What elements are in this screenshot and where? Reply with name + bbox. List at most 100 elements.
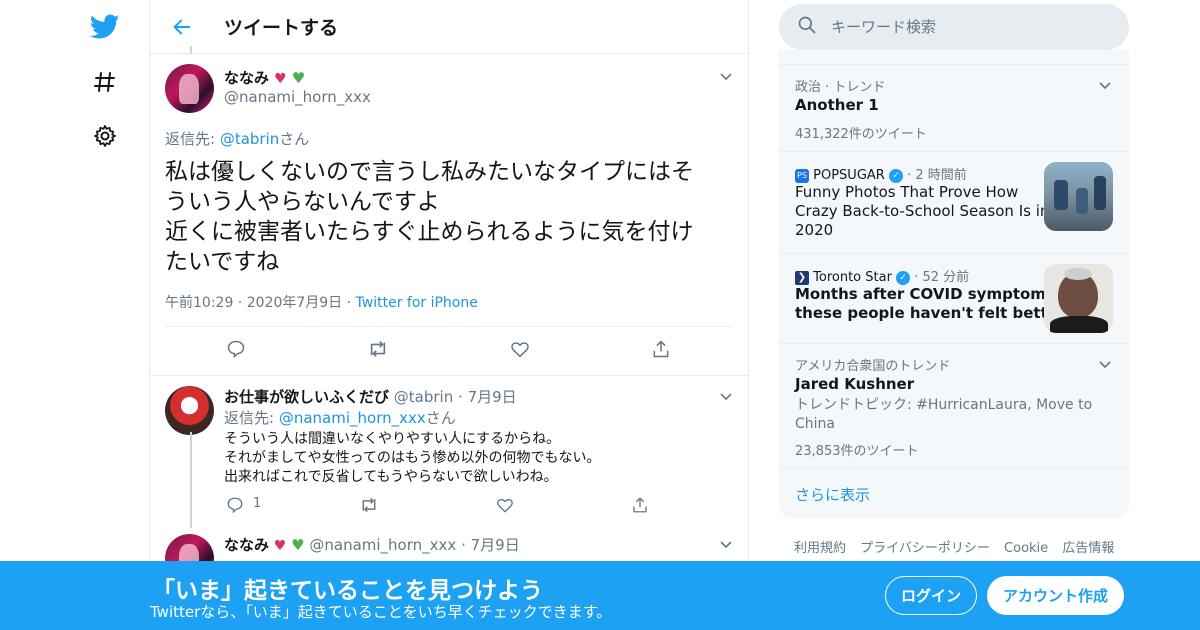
news-title: Funny Photos That Prove How Crazy Back-t… — [795, 183, 1049, 240]
footer-link-terms[interactable]: 利用規約 — [794, 541, 846, 556]
heart-icon[interactable] — [494, 494, 516, 516]
reply-to-suffix: さん — [425, 409, 456, 427]
banner-subtitle: Twitterなら、「いま」起きていることをいち早くチェックできます。 — [150, 603, 612, 621]
footer-link-cookie[interactable]: Cookie — [1004, 541, 1048, 556]
tweet-text-line: ういう人やらないんですよ — [165, 189, 440, 215]
gear-icon[interactable] — [88, 119, 122, 153]
footer-link-privacy[interactable]: プライバシーポリシー — [860, 541, 990, 556]
reply-to-label: 返信先: — [224, 409, 279, 427]
reply-to-link[interactable]: @tabrin — [220, 130, 279, 148]
tweet-text-line: そういう人は間違いなくやりやすい人にするからね。 — [224, 431, 561, 447]
page-title: ツイートする — [224, 17, 339, 39]
reply-tweet[interactable]: お仕事が欲しいふくだび @tabrin · 7月9日 返信先: @nanami_… — [150, 376, 748, 526]
news-thumbnail[interactable] — [1044, 264, 1113, 333]
news-title: Months after COVID symptoms, these peopl… — [795, 285, 1065, 323]
news-source-line: ❯ Toronto Star ✓ · 52 分前 — [795, 266, 969, 285]
search-input[interactable] — [831, 18, 1111, 36]
retweet-icon[interactable] — [367, 338, 389, 360]
divider — [165, 326, 733, 327]
chevron-down-icon[interactable] — [1097, 77, 1113, 93]
author-handle[interactable]: @nanami_horn_xxx — [309, 536, 456, 554]
reply-to-line: 返信先: @tabrinさん — [165, 128, 309, 149]
chevron-down-icon[interactable] — [1097, 356, 1113, 372]
tweet-text: 私は優しくないので言うし私みたいなタイプにはそ ういう人やらないんですよ 近くに… — [165, 157, 725, 277]
author-handle[interactable]: @tabrin — [394, 388, 453, 406]
twitter-bird-icon[interactable] — [88, 10, 122, 44]
news-title-line: Months after COVID symptoms, — [795, 285, 1061, 303]
news-title-line: Crazy Back-to-School Season Is in — [795, 202, 1050, 220]
rose-emoji-icon: ♥ — [274, 71, 287, 87]
tweet-meta: 午前10:29 · 2020年7月9日 · Twitter for iPhone — [165, 295, 478, 311]
author-name: ななみ — [224, 69, 270, 87]
footer-links: 利用規約 プライバシーポリシー Cookie 広告情報 — [794, 537, 1124, 556]
trend-context: アメリカ合衆国のトレンド — [795, 359, 951, 374]
reply-icon[interactable] — [225, 338, 247, 360]
focus-tweet: ななみ ♥ ♥ @nanami_horn_xxx 返信先: @tabrinさん … — [150, 54, 748, 376]
search-icon — [797, 15, 817, 39]
avatar[interactable] — [165, 64, 214, 113]
main-column: ツイートする ななみ ♥ ♥ @nanami_horn_xxx 返信先: @ta… — [149, 0, 749, 630]
tweet-count: 23,853件のツイート — [795, 444, 919, 459]
reply-to-line: 返信先: @nanami_horn_xxxさん — [224, 407, 456, 428]
reply-to-label: 返信先: — [165, 130, 220, 148]
footer-link-ads[interactable]: 広告情報 — [1062, 541, 1114, 556]
author-name[interactable]: ななみ — [224, 536, 269, 554]
tweet-date[interactable]: 7月9日 — [471, 536, 520, 554]
reply-to-link[interactable]: @nanami_horn_xxx — [279, 409, 426, 427]
trend-item — [779, 50, 1129, 65]
popsugar-logo-icon: PS — [795, 168, 809, 183]
author-name[interactable]: お仕事が欲しいふくだび — [224, 388, 389, 406]
tweet-header: お仕事が欲しいふくだび @tabrin · 7月9日 — [224, 388, 517, 406]
reply-icon[interactable] — [224, 494, 246, 516]
tweet-date[interactable]: 7月9日 — [468, 388, 517, 406]
toronto-star-logo-icon: ❯ — [795, 270, 809, 285]
share-icon[interactable] — [650, 338, 672, 360]
chevron-down-icon[interactable] — [718, 536, 734, 552]
green-heart-icon: ♥ — [291, 536, 305, 554]
tweet-actions: 1 — [224, 494, 744, 516]
heart-icon[interactable] — [509, 338, 531, 360]
chevron-down-icon[interactable] — [718, 388, 734, 404]
page-header: ツイートする — [150, 0, 748, 54]
tweet-text: そういう人は間違いなくやりやすい人にするからね。 それがましてや女性ってのはもう… — [224, 430, 600, 487]
hashtag-icon[interactable] — [88, 65, 122, 99]
news-time: 52 分前 — [922, 270, 970, 285]
thread-line — [190, 432, 192, 528]
news-thumbnail[interactable] — [1044, 162, 1113, 231]
show-more-link[interactable]: さらに表示 — [795, 484, 870, 505]
reply-count: 1 — [253, 496, 262, 511]
tweet-date[interactable]: 2020年7月9日 — [247, 295, 342, 311]
green-heart-icon: ♥ — [291, 69, 306, 87]
news-title-line: Funny Photos That Prove How — [795, 183, 1019, 201]
tweet-text-line: 私は優しくないので言うし私みたいなタイプにはそ — [165, 159, 694, 185]
trend-topic-line: トレンドトピック: #HurricanLaura, Move to — [795, 397, 1093, 413]
login-button[interactable]: ログイン — [885, 576, 977, 615]
trend-item[interactable]: アメリカ合衆国のトレンド Jared Kushner トレンドトピック: #Hu… — [779, 344, 1129, 469]
retweet-icon[interactable] — [358, 494, 380, 516]
trend-title: Jared Kushner — [795, 375, 915, 393]
trend-title: Another 1 — [795, 96, 879, 114]
trend-item[interactable]: 政治 · トレンド Another 1 431,322件のツイート — [779, 65, 1129, 152]
search-bar[interactable] — [779, 4, 1129, 50]
signup-button[interactable]: アカウント作成 — [987, 576, 1124, 615]
signup-banner: 「いま」起きていることを見つけよう Twitterなら、「いま」起きていることを… — [0, 561, 1200, 630]
tweet-text-line: たいですね — [165, 249, 280, 275]
verified-badge-icon: ✓ — [896, 270, 911, 285]
avatar[interactable] — [165, 386, 214, 435]
tweet-source[interactable]: Twitter for iPhone — [356, 295, 478, 311]
news-source: Toronto Star — [813, 270, 892, 285]
tweet-header: ななみ ♥ ♥ @nanami_horn_xxx · 7月9日 — [224, 536, 520, 554]
tweet-text-line: それがましてや女性ってのはもう惨め以外の何物でもない。 — [224, 450, 601, 466]
share-icon[interactable] — [629, 494, 651, 516]
tweet-time[interactable]: 午前10:29 — [165, 295, 233, 311]
news-source-line: PS POPSUGAR ✓ · 2 時間前 — [795, 164, 967, 183]
chevron-down-icon[interactable] — [718, 68, 734, 84]
news-item[interactable]: PS POPSUGAR ✓ · 2 時間前 Funny Photos That … — [779, 152, 1129, 254]
back-arrow-icon[interactable] — [170, 15, 194, 39]
author-handle[interactable]: @nanami_horn_xxx — [224, 88, 371, 106]
banner-title: 「いま」起きていることを見つけよう — [152, 578, 543, 604]
trends-panel: 政治 · トレンド Another 1 431,322件のツイート PS POP… — [779, 50, 1129, 519]
news-item[interactable]: ❯ Toronto Star ✓ · 52 分前 Months after CO… — [779, 254, 1129, 344]
tweet-author[interactable]: ななみ ♥ ♥ — [224, 67, 305, 88]
tweet-text-line: 出来ればこれで反省してもうやらないで欲しいわね。 — [224, 469, 558, 485]
